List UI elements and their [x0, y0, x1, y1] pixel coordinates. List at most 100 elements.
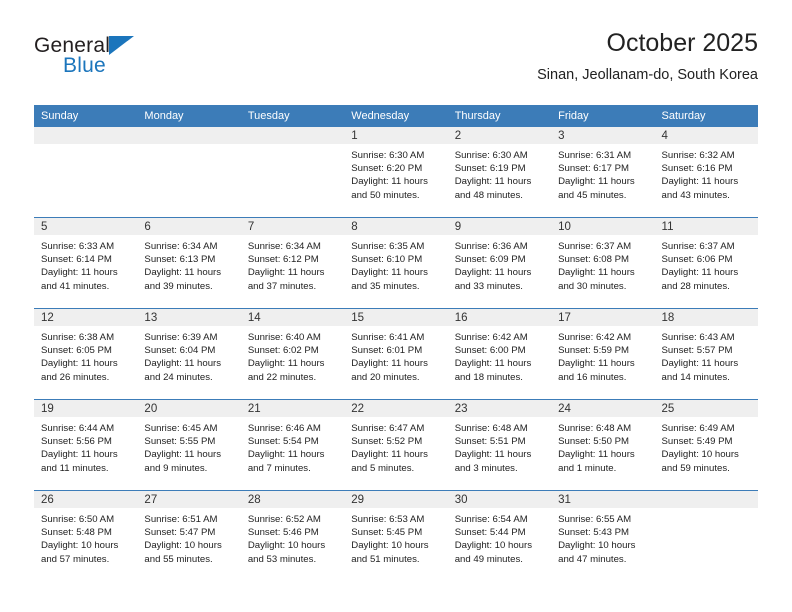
- day-cell[interactable]: 13 Sunrise: 6:39 AM Sunset: 6:04 PM Dayl…: [137, 308, 241, 400]
- day-cell[interactable]: 10 Sunrise: 6:37 AM Sunset: 6:08 PM Dayl…: [551, 217, 655, 309]
- daylight-text: Daylight: 11 hours and 11 minutes.: [41, 449, 118, 474]
- sunrise-text: Sunrise: 6:34 AM: [144, 241, 218, 252]
- sunset-text: Sunset: 5:43 PM: [558, 527, 630, 539]
- day-number: 16: [447, 309, 552, 326]
- sunset-text: Sunset: 5:56 PM: [41, 436, 112, 448]
- calendar-body: 1 Sunrise: 6:30 AM Sunset: 6:20 PM Dayli…: [34, 127, 758, 581]
- day-cell[interactable]: [240, 127, 345, 218]
- day-details: Sunrise: 6:36 AM Sunset: 6:09 PM Dayligh…: [448, 235, 551, 293]
- day-number: [654, 491, 758, 508]
- day-cell[interactable]: 31 Sunrise: 6:55 AM Sunset: 5:43 PM Dayl…: [551, 490, 655, 581]
- day-cell[interactable]: 1 Sunrise: 6:30 AM Sunset: 6:20 PM Dayli…: [344, 127, 448, 218]
- sunrise-text: Sunrise: 6:37 AM: [558, 241, 632, 252]
- daylight-text: Daylight: 10 hours and 51 minutes.: [351, 540, 429, 565]
- day-cell[interactable]: 28 Sunrise: 6:52 AM Sunset: 5:46 PM Dayl…: [240, 490, 345, 581]
- day-cell[interactable]: 2 Sunrise: 6:30 AM Sunset: 6:19 PM Dayli…: [447, 127, 552, 218]
- calendar-grid: Sunday Monday Tuesday Wednesday Thursday…: [34, 105, 758, 581]
- day-cell[interactable]: 5 Sunrise: 6:33 AM Sunset: 6:14 PM Dayli…: [34, 217, 138, 309]
- day-cell[interactable]: 26 Sunrise: 6:50 AM Sunset: 5:48 PM Dayl…: [34, 490, 138, 581]
- sunset-text: Sunset: 6:06 PM: [661, 254, 733, 266]
- day-cell[interactable]: 21 Sunrise: 6:46 AM Sunset: 5:54 PM Dayl…: [240, 399, 345, 491]
- day-details: Sunrise: 6:49 AM Sunset: 5:49 PM Dayligh…: [655, 417, 758, 475]
- daylight-text: Daylight: 10 hours and 55 minutes.: [144, 540, 222, 565]
- day-cell[interactable]: 25 Sunrise: 6:49 AM Sunset: 5:49 PM Dayl…: [654, 399, 758, 491]
- sunrise-text: Sunrise: 6:48 AM: [558, 423, 632, 434]
- day-cell[interactable]: 14 Sunrise: 6:40 AM Sunset: 6:02 PM Dayl…: [240, 308, 345, 400]
- daylight-text: Daylight: 11 hours and 35 minutes.: [351, 267, 428, 292]
- day-cell[interactable]: 30 Sunrise: 6:54 AM Sunset: 5:44 PM Dayl…: [447, 490, 552, 581]
- sunrise-text: Sunrise: 6:33 AM: [41, 241, 115, 252]
- day-number: 31: [551, 491, 655, 508]
- weekday-header-friday: Friday: [551, 105, 655, 127]
- daylight-text: Daylight: 10 hours and 47 minutes.: [558, 540, 636, 565]
- day-number: 23: [447, 400, 552, 417]
- page-title: October 2025: [606, 29, 759, 57]
- week-row: 19 Sunrise: 6:44 AM Sunset: 5:56 PM Dayl…: [34, 399, 758, 491]
- daylight-text: Daylight: 11 hours and 39 minutes.: [144, 267, 222, 292]
- day-cell[interactable]: 24 Sunrise: 6:48 AM Sunset: 5:50 PM Dayl…: [551, 399, 655, 491]
- week-row: 26 Sunrise: 6:50 AM Sunset: 5:48 PM Dayl…: [34, 490, 758, 581]
- day-details: Sunrise: 6:30 AM Sunset: 6:20 PM Dayligh…: [344, 144, 447, 202]
- day-cell[interactable]: 20 Sunrise: 6:45 AM Sunset: 5:55 PM Dayl…: [137, 399, 241, 491]
- daylight-text: Daylight: 11 hours and 33 minutes.: [454, 267, 532, 292]
- day-cell[interactable]: [34, 127, 138, 218]
- sunrise-text: Sunrise: 6:53 AM: [351, 514, 425, 525]
- day-cell[interactable]: 22 Sunrise: 6:47 AM Sunset: 5:52 PM Dayl…: [344, 399, 448, 491]
- sunrise-text: Sunrise: 6:45 AM: [144, 423, 218, 434]
- day-cell[interactable]: 29 Sunrise: 6:53 AM Sunset: 5:45 PM Dayl…: [344, 490, 448, 581]
- calendar-page: General Blue October 2025 Sinan, Jeollan…: [0, 0, 792, 612]
- daylight-text: Daylight: 11 hours and 24 minutes.: [144, 358, 222, 383]
- day-number: [34, 127, 138, 144]
- sunset-text: Sunset: 6:00 PM: [454, 345, 526, 357]
- day-details: Sunrise: 6:33 AM Sunset: 6:14 PM Dayligh…: [34, 235, 137, 293]
- sunrise-text: Sunrise: 6:32 AM: [661, 150, 735, 161]
- title-block: October 2025 Sinan, Jeollanam-do, South …: [537, 28, 758, 85]
- sunset-text: Sunset: 5:59 PM: [558, 345, 630, 357]
- daylight-text: Daylight: 11 hours and 9 minutes.: [144, 449, 222, 474]
- day-details: Sunrise: 6:37 AM Sunset: 6:06 PM Dayligh…: [655, 235, 758, 293]
- day-details: Sunrise: 6:34 AM Sunset: 6:13 PM Dayligh…: [137, 235, 240, 293]
- day-cell[interactable]: 4 Sunrise: 6:32 AM Sunset: 6:16 PM Dayli…: [654, 127, 758, 218]
- day-cell[interactable]: 9 Sunrise: 6:36 AM Sunset: 6:09 PM Dayli…: [447, 217, 552, 309]
- day-cell[interactable]: 7 Sunrise: 6:34 AM Sunset: 6:12 PM Dayli…: [240, 217, 345, 309]
- day-details: Sunrise: 6:39 AM Sunset: 6:04 PM Dayligh…: [137, 326, 240, 384]
- sunrise-text: Sunrise: 6:50 AM: [41, 514, 115, 525]
- daylight-text: Daylight: 11 hours and 37 minutes.: [247, 267, 325, 292]
- generalblue-logo[interactable]: General Blue: [34, 34, 214, 90]
- page-header: General Blue October 2025 Sinan, Jeollan…: [34, 28, 758, 98]
- day-number: 5: [34, 218, 138, 235]
- day-cell[interactable]: [137, 127, 241, 218]
- day-details: Sunrise: 6:48 AM Sunset: 5:51 PM Dayligh…: [448, 417, 551, 475]
- day-cell[interactable]: 19 Sunrise: 6:44 AM Sunset: 5:56 PM Dayl…: [34, 399, 138, 491]
- day-cell[interactable]: 3 Sunrise: 6:31 AM Sunset: 6:17 PM Dayli…: [551, 127, 655, 218]
- day-number: 17: [551, 309, 655, 326]
- day-number: 22: [344, 400, 448, 417]
- day-details: Sunrise: 6:40 AM Sunset: 6:02 PM Dayligh…: [241, 326, 344, 384]
- day-cell[interactable]: [654, 490, 758, 581]
- day-cell[interactable]: 23 Sunrise: 6:48 AM Sunset: 5:51 PM Dayl…: [447, 399, 552, 491]
- day-details: Sunrise: 6:50 AM Sunset: 5:48 PM Dayligh…: [34, 508, 137, 566]
- sunset-text: Sunset: 6:19 PM: [454, 163, 526, 175]
- weekday-header-sunday: Sunday: [34, 105, 138, 127]
- day-cell[interactable]: 27 Sunrise: 6:51 AM Sunset: 5:47 PM Dayl…: [137, 490, 241, 581]
- sunset-text: Sunset: 6:01 PM: [351, 345, 423, 357]
- day-cell[interactable]: 8 Sunrise: 6:35 AM Sunset: 6:10 PM Dayli…: [344, 217, 448, 309]
- daylight-text: Daylight: 11 hours and 22 minutes.: [247, 358, 325, 383]
- day-cell[interactable]: 11 Sunrise: 6:37 AM Sunset: 6:06 PM Dayl…: [654, 217, 758, 309]
- sunset-text: Sunset: 5:57 PM: [661, 345, 733, 357]
- day-number: 19: [34, 400, 138, 417]
- day-cell[interactable]: 16 Sunrise: 6:42 AM Sunset: 6:00 PM Dayl…: [447, 308, 552, 400]
- sunrise-text: Sunrise: 6:31 AM: [558, 150, 632, 161]
- day-details: Sunrise: 6:37 AM Sunset: 6:08 PM Dayligh…: [551, 235, 654, 293]
- day-cell[interactable]: 18 Sunrise: 6:43 AM Sunset: 5:57 PM Dayl…: [654, 308, 758, 400]
- day-cell[interactable]: 12 Sunrise: 6:38 AM Sunset: 6:05 PM Dayl…: [34, 308, 138, 400]
- day-cell[interactable]: 6 Sunrise: 6:34 AM Sunset: 6:13 PM Dayli…: [137, 217, 241, 309]
- day-cell[interactable]: 15 Sunrise: 6:41 AM Sunset: 6:01 PM Dayl…: [344, 308, 448, 400]
- day-number: 27: [137, 491, 241, 508]
- day-cell[interactable]: 17 Sunrise: 6:42 AM Sunset: 5:59 PM Dayl…: [551, 308, 655, 400]
- weekday-header-tuesday: Tuesday: [240, 105, 345, 127]
- day-details: Sunrise: 6:53 AM Sunset: 5:45 PM Dayligh…: [344, 508, 447, 566]
- daylight-text: Daylight: 11 hours and 14 minutes.: [661, 358, 739, 383]
- sunset-text: Sunset: 5:52 PM: [351, 436, 423, 448]
- sunset-text: Sunset: 5:54 PM: [247, 436, 319, 448]
